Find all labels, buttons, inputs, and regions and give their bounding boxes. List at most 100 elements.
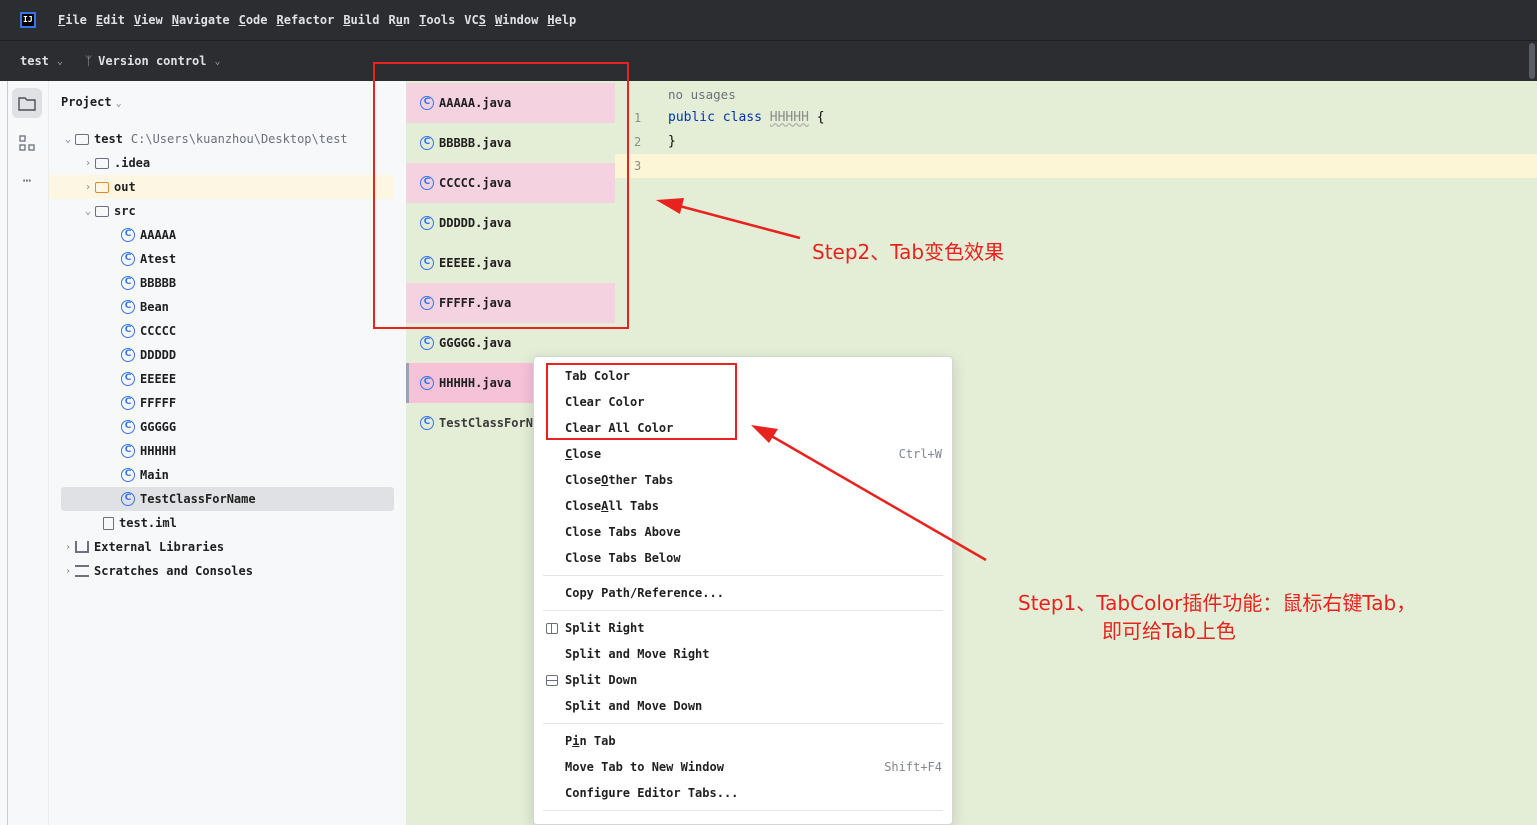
project-panel-title[interactable]: Project ⌄	[61, 95, 122, 109]
line-number: 3	[634, 159, 642, 173]
menu-separator	[543, 575, 943, 576]
version-control-selector[interactable]: Version control	[98, 54, 206, 68]
chevron-right-icon[interactable]: ›	[81, 182, 95, 193]
menu-window[interactable]: Window	[495, 13, 538, 27]
tree-class-item-selected[interactable]: C TestClassForName	[61, 487, 394, 511]
class-icon: C	[121, 492, 135, 506]
chevron-down-icon[interactable]: ⌄	[215, 56, 221, 67]
chevron-down-icon[interactable]: ⌄	[61, 134, 75, 145]
library-icon	[75, 541, 89, 553]
tree-item-out[interactable]: › out	[49, 175, 394, 199]
menu-item-split-down[interactable]: Split Down	[534, 667, 952, 693]
tree-class-item[interactable]: C Atest	[61, 247, 394, 271]
line-number: 2	[634, 135, 642, 149]
menu-item-pin-tab[interactable]: Pin Tab	[534, 728, 952, 754]
tree-class-item[interactable]: C EEEEE	[61, 367, 394, 391]
class-icon: C	[121, 444, 135, 458]
code-line-2[interactable]: }	[668, 134, 676, 149]
scratches-icon	[75, 565, 89, 577]
menu-item-move-tab-new-window[interactable]: Move Tab to New Window Shift+F4	[534, 754, 952, 780]
menu-refactor[interactable]: Refactor	[277, 13, 335, 27]
tree-root-test[interactable]: ⌄ test C:\Users\kuanzhou\Desktop\test	[61, 127, 394, 151]
shortcut-label: Shift+F4	[884, 760, 942, 774]
project-selector[interactable]: test	[20, 54, 49, 68]
menu-navigate[interactable]: Navigate	[172, 13, 230, 27]
menu-tools[interactable]: Tools	[419, 13, 455, 27]
tree-class-item[interactable]: C CCCCC	[61, 319, 394, 343]
chevron-down-icon[interactable]: ⌄	[57, 56, 63, 67]
usages-hint[interactable]: no usages	[668, 87, 736, 102]
tree-class-item[interactable]: C FFFFF	[61, 391, 394, 415]
class-icon: C	[121, 420, 135, 434]
tree-item-src[interactable]: ⌄ src	[61, 199, 394, 223]
tree-item-scratches[interactable]: › Scratches and Consoles	[61, 559, 394, 583]
tree-class-item[interactable]: C Main	[61, 463, 394, 487]
menu-item-copy-path[interactable]: Copy Path/Reference...	[534, 580, 952, 606]
tree-item-idea[interactable]: › .idea	[61, 151, 394, 175]
class-icon: C	[121, 228, 135, 242]
menu-item-configure-editor-tabs[interactable]: Configure Editor Tabs...	[534, 780, 952, 806]
menu-item-close[interactable]: Close Ctrl+W	[534, 441, 952, 467]
menu-item-split-move-right[interactable]: Split and Move Right	[534, 641, 952, 667]
more-tools-icon[interactable]: ⋯	[12, 166, 42, 196]
divider	[7, 81, 8, 825]
chevron-down-icon[interactable]: ⌄	[81, 206, 95, 217]
tree-class-item[interactable]: C DDDDD	[61, 343, 394, 367]
menu-separator	[543, 610, 943, 611]
excluded-folder-icon	[95, 181, 109, 193]
project-folder-icon[interactable]	[12, 88, 42, 118]
split-horizontal-icon	[546, 674, 558, 686]
menu-edit[interactable]: Edit	[96, 13, 125, 27]
project-toolbar: test ⌄ ᛉ Version control ⌄	[0, 40, 1537, 81]
tree-class-item[interactable]: C GGGGG	[61, 415, 394, 439]
menu-highlight-box	[546, 363, 737, 440]
class-icon: C	[121, 324, 135, 338]
branch-icon: ᛉ	[84, 54, 93, 68]
chevron-right-icon[interactable]: ›	[61, 566, 75, 577]
menu-file[interactable]: File	[58, 13, 87, 27]
menu-item-close-tabs-above[interactable]: Close Tabs Above	[534, 519, 952, 545]
tabs-highlight-box	[373, 62, 629, 329]
menu-separator	[543, 810, 943, 811]
tree-class-item[interactable]: C HHHHH	[61, 439, 394, 463]
tree-class-item[interactable]: C Bean	[61, 295, 394, 319]
tree-class-item[interactable]: C AAAAA	[61, 223, 394, 247]
menu-item-close-other-tabs[interactable]: Close Other Tabs	[534, 467, 952, 493]
scrollbar[interactable]	[1529, 43, 1535, 79]
class-icon: C	[420, 416, 434, 430]
menu-run[interactable]: Run	[388, 13, 410, 27]
chevron-right-icon[interactable]: ›	[61, 542, 75, 553]
shortcut-label: Ctrl+W	[898, 447, 942, 461]
chevron-down-icon[interactable]: ⌄	[116, 98, 122, 109]
class-icon: C	[121, 372, 135, 386]
menu-item-close-tabs-below[interactable]: Close Tabs Below	[534, 545, 952, 571]
menu-item-split-move-down[interactable]: Split and Move Down	[534, 693, 952, 719]
class-icon: C	[121, 252, 135, 266]
tree-item-external-libraries[interactable]: › External Libraries	[61, 535, 394, 559]
class-icon: C	[121, 276, 135, 290]
project-panel: Project ⌄ ⌄ test C:\Users\kuanzhou\Deskto…	[49, 81, 406, 825]
class-icon: C	[121, 348, 135, 362]
menu-view[interactable]: View	[134, 13, 163, 27]
menu-item-split-right[interactable]: Split Right	[534, 615, 952, 641]
menu-help[interactable]: Help	[547, 13, 576, 27]
menu-code[interactable]: Code	[239, 13, 268, 27]
tree-item-iml[interactable]: test.iml	[61, 511, 394, 535]
structure-icon[interactable]	[12, 128, 42, 158]
intellij-logo-icon[interactable]: IJ	[20, 12, 36, 28]
tool-window-strip: ⋯	[0, 81, 49, 825]
menu-vcs[interactable]: VCS	[464, 13, 486, 27]
menu-separator	[543, 723, 943, 724]
menu-build[interactable]: Build	[343, 13, 379, 27]
class-icon: C	[121, 300, 135, 314]
tree-class-item[interactable]: C BBBBB	[61, 271, 394, 295]
step1-annotation-line2: 即可给Tab上色	[1102, 619, 1236, 643]
folder-icon	[75, 133, 89, 145]
code-line-1[interactable]: public class HHHHH {	[668, 110, 825, 125]
class-icon: C	[121, 468, 135, 482]
step2-annotation: Step2、Tab变色效果	[812, 240, 1005, 264]
chevron-right-icon[interactable]: ›	[81, 158, 95, 169]
current-line-highlight	[615, 154, 1537, 178]
line-number: 1	[634, 111, 642, 125]
menu-item-close-all-tabs[interactable]: Close All Tabs	[534, 493, 952, 519]
